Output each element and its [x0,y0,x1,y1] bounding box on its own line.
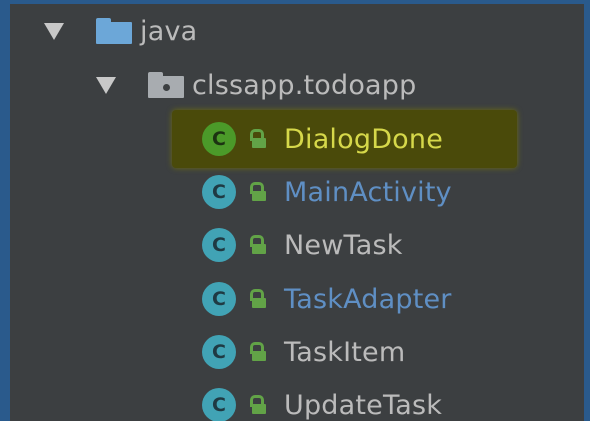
class-icon: C [202,122,236,156]
lock-icon [248,341,268,363]
class-icon: C [202,175,236,209]
lock-icon [248,288,268,310]
class-icon: C [202,228,236,262]
class-name: UpdateTask [284,389,443,421]
tree-node-class[interactable]: C DialogDone [202,115,443,163]
tree-node-label: clssapp.todoapp [192,69,417,101]
lock-icon [248,234,268,256]
tree-node-class[interactable]: C TaskItem [202,328,405,376]
project-tree-window: java clssapp.todoapp C DialogDone C Main… [0,0,590,421]
lock-icon [248,128,268,150]
package-icon [148,72,184,98]
folder-icon [96,18,132,44]
tree-node-class[interactable]: C UpdateTask [202,381,442,421]
class-icon: C [202,388,236,421]
project-tree: java clssapp.todoapp C DialogDone C Main… [10,4,584,421]
class-name: DialogDone [284,123,444,155]
tree-node-class[interactable]: C MainActivity [202,168,452,216]
class-name: TaskAdapter [284,283,452,315]
expand-arrow-icon[interactable] [44,22,64,40]
tree-node-class[interactable]: C NewTask [202,221,403,269]
tree-node-class[interactable]: C TaskAdapter [202,275,452,323]
class-icon: C [202,282,236,316]
tree-node-label: java [140,15,198,47]
expand-arrow-icon[interactable] [96,76,116,94]
class-icon: C [202,335,236,369]
tree-node-package[interactable]: clssapp.todoapp [96,61,416,109]
lock-icon [248,394,268,416]
class-name: TaskItem [284,336,406,368]
tree-node-java[interactable]: java [44,7,197,55]
lock-icon [248,181,268,203]
class-name: MainActivity [284,176,452,208]
class-name: NewTask [284,229,403,261]
